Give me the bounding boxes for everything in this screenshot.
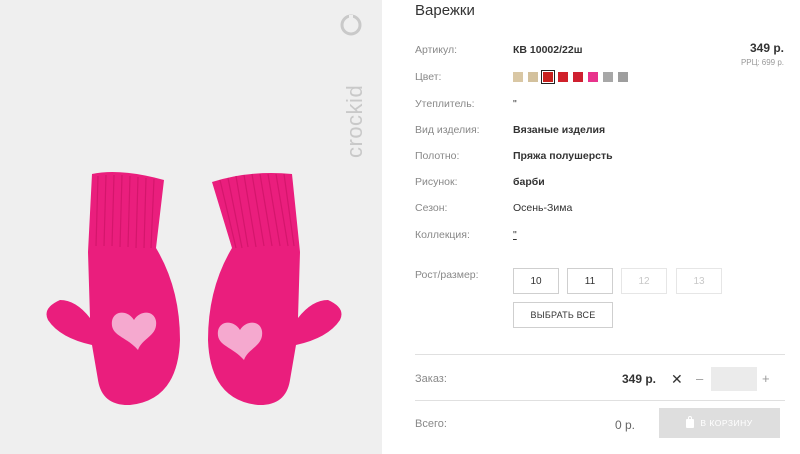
order-price: 349 р.: [622, 372, 657, 386]
add-to-cart-label: В КОРЗИНУ: [700, 418, 753, 428]
color-swatch[interactable]: [541, 70, 555, 84]
size-option-10[interactable]: 10: [513, 268, 559, 294]
close-icon[interactable]: ✕: [671, 371, 683, 388]
color-swatch[interactable]: [513, 72, 523, 82]
product-info: Варежки Артикул: КВ 10002/22ш 349 р. РРЦ…: [415, 0, 800, 454]
pattern-label: Рисунок:: [415, 176, 458, 188]
article-label: Артикул:: [415, 44, 458, 56]
color-swatches: [513, 70, 628, 84]
right-mitten: [208, 173, 342, 406]
total-value: 0 р.: [615, 418, 636, 432]
season-value: Осень-Зима: [513, 202, 573, 214]
product-image-panel: crockid: [0, 0, 382, 454]
divider: [415, 400, 785, 401]
size-label: Рост/размер:: [415, 269, 479, 281]
insulation-label: Утеплитель:: [415, 98, 475, 110]
collection-link[interactable]: ": [513, 229, 517, 241]
color-swatch[interactable]: [558, 72, 568, 82]
rrc-value: 699 р.: [761, 58, 784, 67]
size-option-12[interactable]: 12: [621, 268, 667, 294]
color-label: Цвет:: [415, 71, 442, 83]
shopping-bag-icon: [686, 415, 695, 428]
price-main: 349 р.: [749, 41, 784, 55]
type-label: Вид изделия:: [415, 124, 480, 136]
collection-label: Коллекция:: [415, 229, 470, 241]
brand-logo: crockid: [322, 10, 382, 160]
color-swatch[interactable]: [528, 72, 538, 82]
size-option-13[interactable]: 13: [676, 268, 722, 294]
product-title: Варежки: [415, 2, 475, 19]
article-value: КВ 10002/22ш: [513, 44, 583, 56]
select-all-button[interactable]: ВЫБРАТЬ ВСЕ: [513, 302, 613, 328]
pattern-value: барби: [513, 176, 545, 188]
add-to-cart-button[interactable]: В КОРЗИНУ: [659, 408, 780, 438]
season-label: Сезон:: [415, 202, 448, 214]
mittens-image: [46, 172, 342, 406]
insulation-value: ": [513, 98, 517, 110]
increase-quantity-button[interactable]: +: [762, 371, 770, 386]
color-swatch[interactable]: [588, 72, 598, 82]
color-swatch[interactable]: [603, 72, 613, 82]
svg-text:crockid: crockid: [342, 85, 367, 158]
price-rrc: РРЦ: 699 р.: [739, 58, 784, 67]
color-swatch[interactable]: [618, 72, 628, 82]
order-label: Заказ:: [415, 373, 447, 385]
left-mitten: [46, 172, 180, 406]
fabric-label: Полотно:: [415, 150, 460, 162]
fabric-value: Пряжа полушерсть: [513, 150, 613, 162]
quantity-input[interactable]: [711, 367, 757, 391]
color-swatch[interactable]: [573, 72, 583, 82]
decrease-quantity-button[interactable]: –: [696, 371, 703, 386]
rrc-label: РРЦ:: [740, 58, 760, 67]
total-label: Всего:: [415, 418, 447, 430]
size-option-11[interactable]: 11: [567, 268, 613, 294]
type-value: Вязаные изделия: [513, 124, 606, 136]
divider: [415, 354, 785, 355]
